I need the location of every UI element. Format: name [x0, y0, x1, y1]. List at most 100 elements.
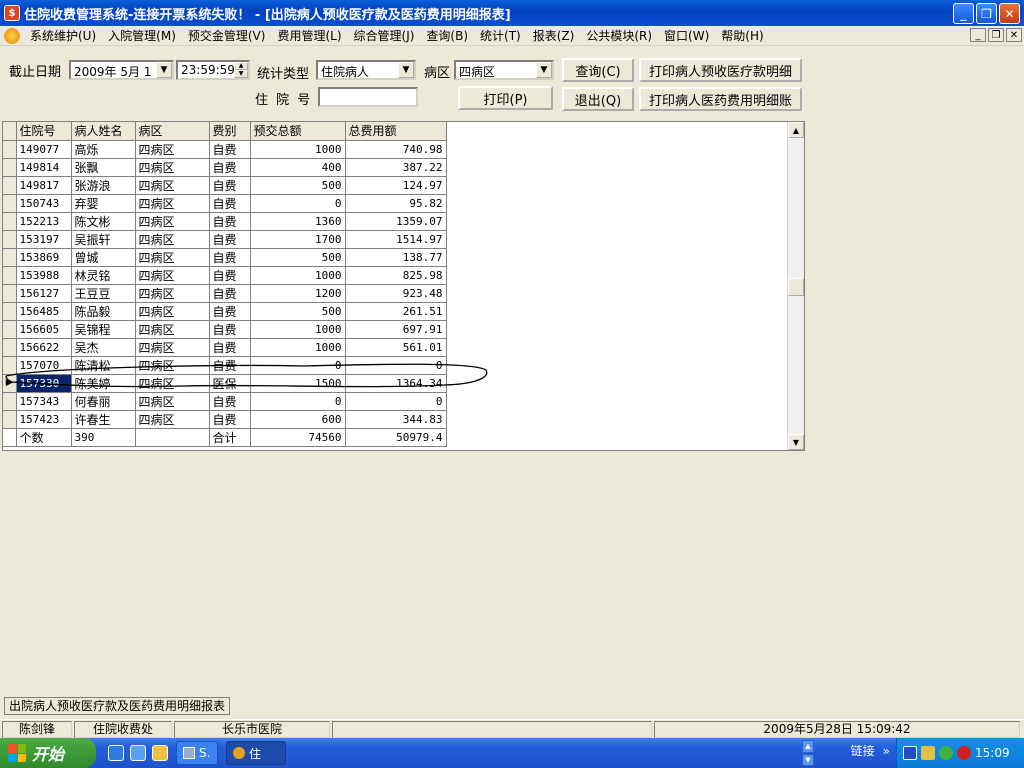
scroll-thumb[interactable] — [788, 278, 804, 296]
menu-query[interactable]: 查询(B) — [420, 27, 474, 44]
table-row[interactable]: 157070 陈清松 四病区 自费 0 0 — [3, 356, 447, 375]
menu-help[interactable]: 帮助(H) — [715, 27, 769, 44]
menu-system[interactable]: 系统维护(U) — [24, 27, 102, 44]
system-menu-icon[interactable] — [4, 27, 20, 44]
table-row[interactable]: 153988 林灵铭 四病区 自费 1000 825.98 — [3, 266, 447, 285]
row-indicator[interactable] — [3, 302, 17, 321]
cell-ward[interactable]: 四病区 — [135, 320, 210, 339]
cell-fee-type[interactable]: 自费 — [209, 158, 251, 177]
restore-button[interactable]: ❐ — [976, 3, 997, 24]
network-icon[interactable] — [903, 746, 917, 760]
cell-total-expense[interactable]: 387.22 — [345, 158, 447, 177]
cell-ward[interactable]: 四病区 — [135, 374, 210, 393]
table-row[interactable]: 149817 张游浪 四病区 自费 500 124.97 — [3, 176, 447, 195]
cell-prepay-total[interactable]: 0 — [250, 392, 346, 411]
cell-patient-name[interactable]: 陈美婷 — [71, 374, 136, 393]
cell-fee-type[interactable]: 自费 — [209, 356, 251, 375]
menu-statistics[interactable]: 统计(T) — [474, 27, 527, 44]
mdi-restore-button[interactable]: ❐ — [988, 28, 1004, 42]
table-row[interactable]: 153869 曾城 四病区 自费 500 138.77 — [3, 248, 447, 267]
start-button[interactable]: 开始 — [0, 738, 96, 768]
col-patient-name[interactable]: 病人姓名 — [71, 122, 136, 141]
scroll-down-icon[interactable]: ▼ — [788, 434, 804, 450]
cell-admission-no[interactable]: 153197 — [16, 230, 72, 249]
menu-general[interactable]: 综合管理(J) — [348, 27, 421, 44]
cell-prepay-total[interactable]: 0 — [250, 194, 346, 213]
row-indicator[interactable] — [3, 356, 17, 375]
cell-admission-no[interactable]: 149814 — [16, 158, 72, 177]
cell-ward[interactable]: 四病区 — [135, 212, 210, 231]
cell-patient-name[interactable]: 曾城 — [71, 248, 136, 267]
cell-fee-type[interactable]: 自费 — [209, 140, 251, 159]
cell-prepay-total[interactable]: 1000 — [250, 140, 346, 159]
cell-fee-type[interactable]: 自费 — [209, 266, 251, 285]
cell-ward[interactable]: 四病区 — [135, 230, 210, 249]
report-tab[interactable]: 出院病人预收医疗款及医药费用明细报表 — [4, 697, 231, 715]
table-row[interactable]: 157343 何春丽 四病区 自费 0 0 — [3, 392, 447, 411]
row-indicator[interactable] — [3, 320, 17, 339]
col-fee-type[interactable]: 费别 — [209, 122, 251, 141]
table-row[interactable]: 153197 吴振轩 四病区 自费 1700 1514.97 — [3, 230, 447, 249]
cell-fee-type[interactable]: 自费 — [209, 176, 251, 195]
cell-admission-no[interactable]: 153988 — [16, 266, 72, 285]
row-indicator[interactable] — [3, 140, 17, 159]
report-grid[interactable]: 住院号 病人姓名 病区 费别 预交总额 总费用额 149077 高烁 四病区 自费 10… — [2, 121, 805, 451]
row-indicator[interactable]: ▶ — [3, 374, 17, 393]
cell-admission-no[interactable]: 149817 — [16, 176, 72, 195]
links-scroll[interactable]: ▲ ▼ — [802, 740, 814, 766]
cell-ward[interactable]: 四病区 — [135, 284, 210, 303]
cell-total-expense[interactable]: 138.77 — [345, 248, 447, 267]
table-row[interactable]: 149814 张飘 四病区 自费 400 387.22 — [3, 158, 447, 177]
cell-admission-no[interactable]: 157423 — [16, 410, 72, 429]
cell-patient-name[interactable]: 弃婴 — [71, 194, 136, 213]
cell-admission-no[interactable]: 156127 — [16, 284, 72, 303]
table-row[interactable]: 157423 许春生 四病区 自费 600 344.83 — [3, 410, 447, 429]
taskbar-item-2[interactable]: 住 — [226, 741, 286, 765]
cell-ward[interactable]: 四病区 — [135, 338, 210, 357]
cell-admission-no[interactable]: 150743 — [16, 194, 72, 213]
window-title-bar[interactable]: $ 住院收费管理系统-连接开票系统失败！ - [出院病人预收医疗款及医药费用明细… — [0, 0, 1024, 26]
col-ward[interactable]: 病区 — [135, 122, 210, 141]
cell-ward[interactable]: 四病区 — [135, 266, 210, 285]
cell-patient-name[interactable]: 吴振轩 — [71, 230, 136, 249]
cell-ward[interactable]: 四病区 — [135, 140, 210, 159]
cell-total-expense[interactable]: 261.51 — [345, 302, 447, 321]
mdi-minimize-button[interactable]: _ — [970, 28, 986, 42]
cell-ward[interactable]: 四病区 — [135, 176, 210, 195]
cell-prepay-total[interactable]: 500 — [250, 302, 346, 321]
cell-ward[interactable]: 四病区 — [135, 392, 210, 411]
links-more-icon[interactable]: » — [883, 744, 890, 758]
table-row[interactable]: 156622 吴杰 四病区 自费 1000 561.01 — [3, 338, 447, 357]
cell-total-expense[interactable]: 561.01 — [345, 338, 447, 357]
table-row[interactable]: ▶ 157330 陈美婷 四病区 医保 1500 1364.34 — [3, 374, 447, 393]
cell-patient-name[interactable]: 张飘 — [71, 158, 136, 177]
row-indicator[interactable] — [3, 194, 17, 213]
col-admission-no[interactable]: 住院号 — [16, 122, 72, 141]
ward-select[interactable]: 四病区 ▼ — [454, 60, 554, 80]
scroll-up-icon[interactable]: ▲ — [788, 122, 804, 138]
cell-total-expense[interactable]: 0 — [345, 356, 447, 375]
stop-icon[interactable] — [957, 746, 971, 760]
cell-patient-name[interactable]: 许春生 — [71, 410, 136, 429]
stat-type-select[interactable]: 住院病人 ▼ — [316, 60, 416, 80]
cell-fee-type[interactable]: 自费 — [209, 302, 251, 321]
cell-fee-type[interactable]: 自费 — [209, 320, 251, 339]
cell-patient-name[interactable]: 吴锦程 — [71, 320, 136, 339]
print-expense-detail-button[interactable]: 打印病人医药费用明细账 — [639, 87, 802, 111]
table-row[interactable]: 150743 弃婴 四病区 自费 0 95.82 — [3, 194, 447, 213]
chevron-down-icon[interactable]: ▼ — [156, 62, 172, 78]
col-prepay-total[interactable]: 预交总额 — [250, 122, 346, 141]
table-row[interactable]: 156485 陈品毅 四病区 自费 500 261.51 — [3, 302, 447, 321]
cell-patient-name[interactable]: 林灵铭 — [71, 266, 136, 285]
taskbar-item-1[interactable]: S. — [176, 741, 218, 765]
cell-prepay-total[interactable]: 1000 — [250, 266, 346, 285]
cell-ward[interactable]: 四病区 — [135, 194, 210, 213]
folder-icon[interactable] — [152, 745, 168, 761]
shield-icon[interactable] — [939, 746, 953, 760]
cell-total-expense[interactable]: 124.97 — [345, 176, 447, 195]
cell-total-expense[interactable]: 0 — [345, 392, 447, 411]
row-indicator[interactable] — [3, 212, 17, 231]
cell-prepay-total[interactable]: 500 — [250, 176, 346, 195]
row-indicator[interactable] — [3, 410, 17, 429]
col-total-expense[interactable]: 总费用额 — [345, 122, 447, 141]
